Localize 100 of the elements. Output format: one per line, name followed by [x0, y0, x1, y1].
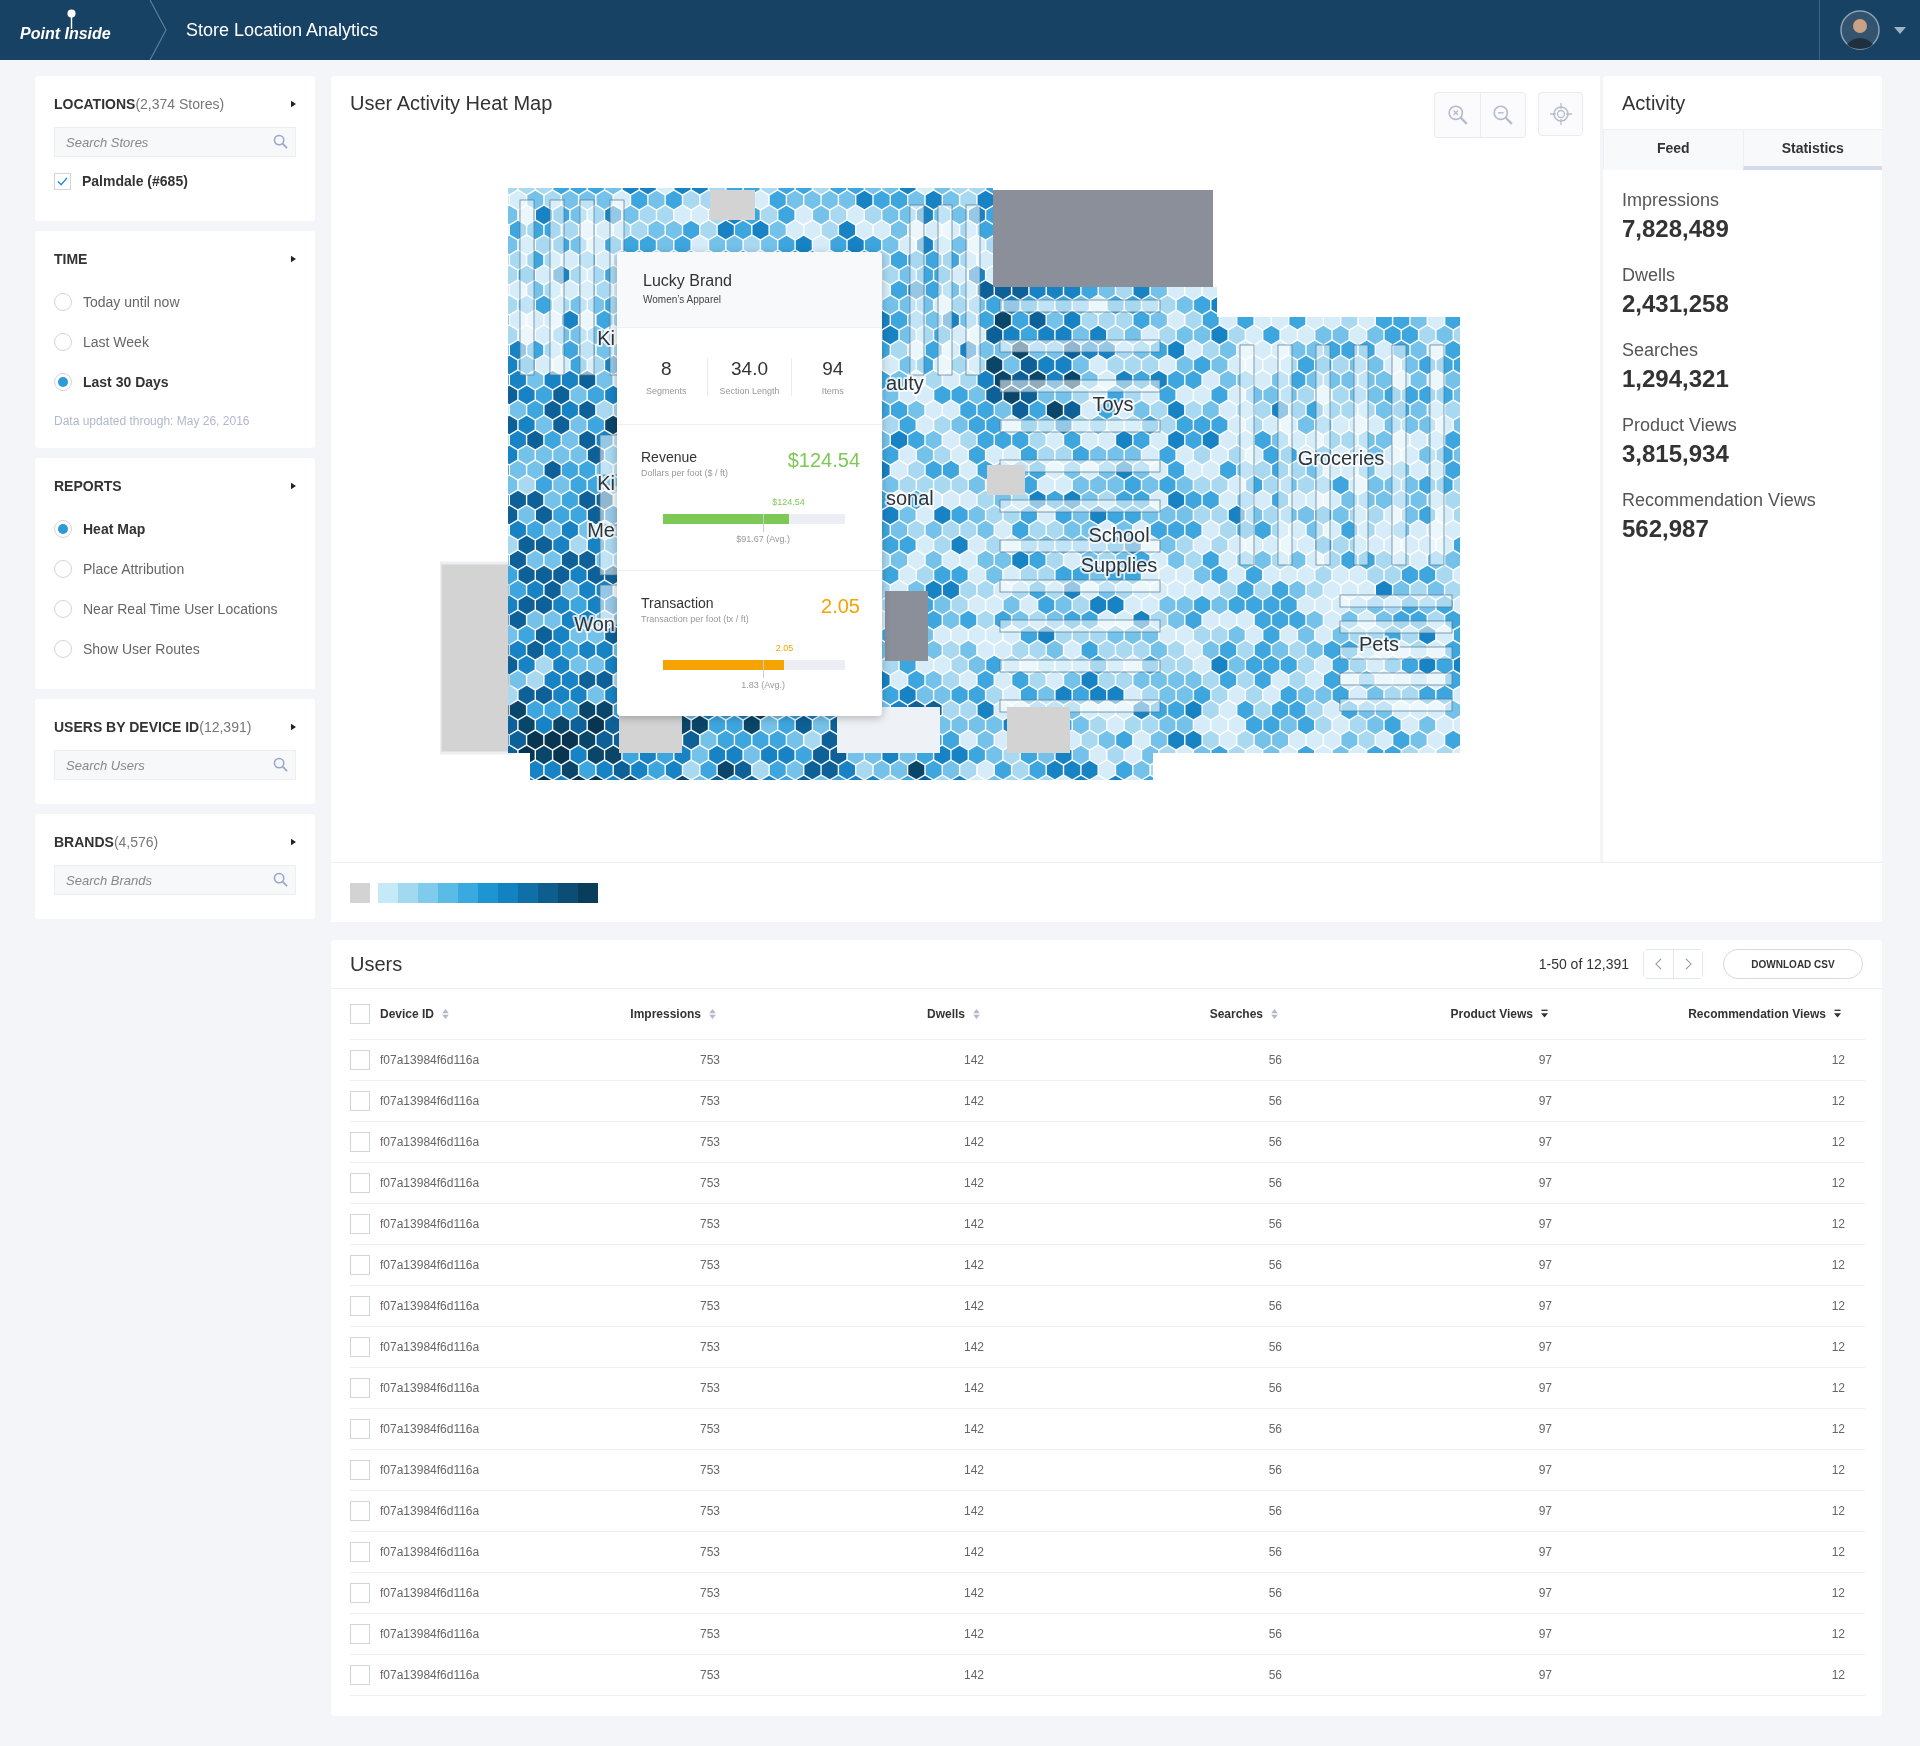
- sort-icon[interactable]: [442, 1009, 450, 1019]
- expand-arrow-icon[interactable]: [291, 482, 296, 490]
- column-header[interactable]: Impressions: [630, 1007, 701, 1021]
- search-field[interactable]: Search Brands: [54, 865, 296, 895]
- table-cell-text: 142: [962, 1422, 984, 1436]
- table-cell-text: 142: [962, 1176, 984, 1190]
- option-label[interactable]: Place Attribution: [83, 561, 185, 577]
- search-field[interactable]: Search Users: [54, 750, 296, 780]
- tab[interactable]: Statistics: [1742, 130, 1882, 170]
- checkbox[interactable]: [350, 1296, 370, 1316]
- option-label[interactable]: Show User Routes: [83, 641, 200, 657]
- average-label: 1.83 (Avg.): [741, 680, 785, 690]
- checkbox[interactable]: [350, 1378, 370, 1398]
- table-cell-text: 142: [962, 1053, 984, 1067]
- table-cell-text: 97: [1537, 1258, 1552, 1272]
- option-label[interactable]: Heat Map: [83, 521, 146, 537]
- column-header[interactable]: Searches: [1209, 1007, 1263, 1021]
- table-cell-text: 56: [1267, 1545, 1282, 1559]
- checkbox[interactable]: [350, 1091, 370, 1111]
- table-cell-text: 753: [698, 1135, 720, 1149]
- zoom-in-icon: [1446, 104, 1469, 126]
- table-cell-text: 97: [1537, 1217, 1552, 1231]
- section-title: REPORTS: [54, 478, 122, 494]
- table-cell-text: 753: [698, 1217, 720, 1231]
- crosshair-icon: [1549, 103, 1572, 125]
- table-cell-text: f07a13984f6d116a: [380, 1176, 481, 1190]
- option-label[interactable]: Last 30 Days: [83, 374, 169, 390]
- checkbox[interactable]: [54, 172, 71, 190]
- sort-descending-icon[interactable]: [1834, 1009, 1841, 1019]
- checkbox[interactable]: [350, 1419, 370, 1439]
- checkbox[interactable]: [350, 1004, 370, 1024]
- table-cell-text: 142: [962, 1135, 984, 1149]
- option-label[interactable]: Last Week: [83, 334, 149, 350]
- search-icon: [273, 757, 288, 772]
- sort-icon[interactable]: [1271, 1009, 1278, 1019]
- chevron-left-icon: [1655, 958, 1662, 970]
- column-header[interactable]: Dwells: [927, 1007, 965, 1021]
- option-label[interactable]: Today until now: [83, 294, 180, 310]
- tab[interactable]: Feed: [1603, 130, 1743, 170]
- table-cell-text: f07a13984f6d116a: [380, 1299, 481, 1313]
- column-header[interactable]: Device ID: [380, 1007, 435, 1021]
- column-header[interactable]: Product Views: [1450, 1007, 1533, 1021]
- card-title: Users: [350, 952, 403, 976]
- avatar[interactable]: [1840, 10, 1880, 50]
- table-cell-text: 753: [698, 1053, 720, 1067]
- checkbox[interactable]: [350, 1665, 370, 1685]
- stat-value: 34.0: [731, 358, 768, 380]
- checkbox[interactable]: [350, 1501, 370, 1521]
- table-cell-text: 12: [1830, 1586, 1845, 1600]
- sort-icon[interactable]: [709, 1009, 716, 1019]
- checkbox[interactable]: [350, 1173, 370, 1193]
- sort-icon[interactable]: [973, 1009, 980, 1019]
- table-cell-text: 142: [962, 1627, 984, 1641]
- table-cell-text: 12: [1830, 1340, 1845, 1354]
- checkbox[interactable]: [350, 1337, 370, 1357]
- table-cell-text: 97: [1537, 1463, 1552, 1477]
- column-header[interactable]: Recommendation Views: [1688, 1007, 1826, 1021]
- stat-value: 7,828,489: [1622, 215, 1730, 243]
- sort-descending-icon[interactable]: [1541, 1009, 1548, 1019]
- map-label: Groceries: [1297, 447, 1385, 469]
- expand-arrow-icon[interactable]: [291, 838, 296, 846]
- expand-arrow-icon[interactable]: [291, 100, 296, 108]
- breadcrumb-separator-icon: [148, 0, 168, 60]
- table-cell-text: 56: [1267, 1504, 1282, 1518]
- caret-icon[interactable]: [1894, 26, 1906, 34]
- next-page-button[interactable]: [1673, 950, 1702, 978]
- stat-value: 8: [660, 358, 672, 380]
- logo[interactable]: Point Inside: [20, 25, 111, 43]
- metric-title: Revenue: [641, 449, 699, 465]
- map-label: auty: [886, 372, 924, 394]
- section-title: BRANDS(4,576): [54, 834, 159, 850]
- pagination-text: 1-50 of 12,391: [1538, 956, 1629, 972]
- table-cell-text: f07a13984f6d116a: [380, 1586, 481, 1600]
- expand-arrow-icon[interactable]: [291, 723, 296, 731]
- option-label[interactable]: Palmdale (#685): [82, 173, 188, 189]
- table-cell-text: 753: [698, 1545, 720, 1559]
- checkbox[interactable]: [350, 1624, 370, 1644]
- map-label: Me: [587, 519, 615, 541]
- stat-label: Segments: [645, 386, 687, 396]
- table-cell-text: 142: [962, 1504, 984, 1518]
- checkbox[interactable]: [350, 1460, 370, 1480]
- expand-arrow-icon[interactable]: [291, 255, 296, 263]
- section-title: USERS BY DEVICE ID(12,391): [54, 719, 252, 735]
- option-label[interactable]: Near Real Time User Locations: [83, 601, 278, 617]
- recenter-button[interactable]: [1538, 92, 1583, 136]
- checkbox[interactable]: [350, 1255, 370, 1275]
- table-cell-text: 142: [962, 1258, 984, 1272]
- download-csv-button[interactable]: DOWNLOAD CSV: [1723, 949, 1863, 979]
- table-cell-text: 56: [1267, 1340, 1282, 1354]
- checkbox[interactable]: [350, 1542, 370, 1562]
- checkbox[interactable]: [350, 1214, 370, 1234]
- checkbox[interactable]: [350, 1583, 370, 1603]
- checkbox[interactable]: [350, 1132, 370, 1152]
- search-field[interactable]: Search Stores: [54, 127, 296, 157]
- metric-title: Transaction: [641, 595, 715, 611]
- table-cell-text: f07a13984f6d116a: [380, 1545, 481, 1559]
- average-label: $91.67 (Avg.): [736, 534, 791, 544]
- stat-label: Dwells: [1622, 265, 1676, 286]
- checkbox[interactable]: [350, 1050, 370, 1070]
- table-cell-text: 753: [698, 1586, 720, 1600]
